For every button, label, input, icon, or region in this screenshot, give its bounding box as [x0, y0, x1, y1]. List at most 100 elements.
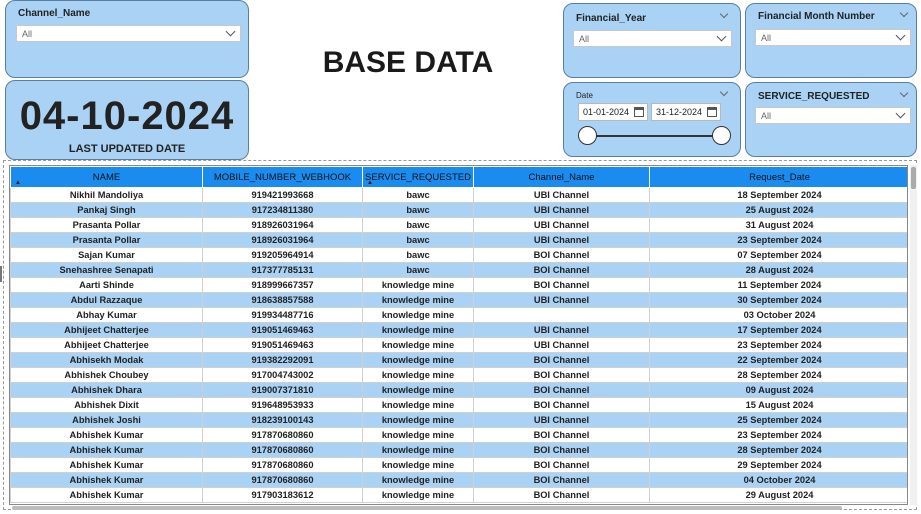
- table-cell: knowledge mine: [362, 337, 474, 353]
- table-cell: Sajan Kumar: [10, 247, 203, 263]
- column-header-service[interactable]: SERVICE_REQUESTED ▲: [362, 166, 474, 188]
- table-cell: 918239100143: [202, 412, 363, 428]
- table-cell: BOI Channel: [473, 487, 650, 503]
- financial-month-dropdown[interactable]: All: [755, 29, 911, 46]
- table-cell: 919051469463: [202, 322, 363, 338]
- vertical-scrollbar[interactable]: [910, 165, 917, 505]
- table-cell: Abhishek Choubey: [10, 367, 203, 383]
- service-requested-title: SERVICE_REQUESTED: [758, 91, 870, 102]
- table-row[interactable]: Abhishek Dhara 919007371810 knowledge mine…: [10, 382, 907, 398]
- start-date-input[interactable]: 01-01-2024: [578, 103, 648, 121]
- table-row[interactable]: Abhishek Kumar 917870680860 knowledge mine…: [10, 442, 907, 458]
- chevron-down-icon[interactable]: [719, 9, 729, 19]
- table-row[interactable]: Abhishek Kumar 917870680860 knowledge mine…: [10, 457, 907, 473]
- column-header-name[interactable]: NAME ▲: [10, 166, 203, 188]
- service-requested-dropdown[interactable]: All: [755, 107, 911, 124]
- table-cell: 917870680860: [202, 442, 363, 458]
- table-row[interactable]: Abhishek Dixit 919648953933 knowledge mine…: [10, 397, 907, 413]
- table-row[interactable]: Nikhil Mandoliya 919421993668 bawc UBI Chan…: [10, 187, 907, 203]
- table-row[interactable]: Abhishek Choubey 917004743002 knowledge mi…: [10, 367, 907, 383]
- table-row[interactable]: Abdul Razzaque 918638857588 knowledge mine…: [10, 292, 907, 308]
- table-row[interactable]: Sajan Kumar 919205964914 bawc BOI Channel 07…: [10, 247, 907, 263]
- table-cell: 30 September 2024: [649, 292, 907, 308]
- end-date-input[interactable]: 31-12-2024: [651, 103, 721, 121]
- column-header-mobile[interactable]: MOBILE_NUMBER_WEBHOOK: [202, 166, 363, 188]
- table-cell: knowledge mine: [362, 352, 474, 368]
- table-cell: 23 September 2024: [649, 232, 907, 248]
- chevron-down-icon: [895, 30, 906, 41]
- last-updated-card: 04-10-2024 LAST UPDATED DATE: [5, 80, 249, 160]
- table-row[interactable]: Abhijeet Chatterjee 919051469463 knowledge…: [10, 322, 907, 338]
- table-cell: knowledge mine: [362, 487, 474, 503]
- table-cell: Aarti Shinde: [10, 277, 203, 293]
- chevron-down-icon[interactable]: [899, 8, 909, 18]
- table-cell: Abhishek Kumar: [10, 487, 203, 503]
- table-cell: BOI Channel: [473, 277, 650, 293]
- table-row[interactable]: Abhay Kumar 919934487716 knowledge mine 03 …: [10, 307, 907, 323]
- table-cell: 25 August 2024: [649, 202, 907, 218]
- table-cell: BOI Channel: [473, 247, 650, 263]
- table-row[interactable]: Prasanta Pollar 918926031964 bawc UBI Chann…: [10, 232, 907, 248]
- chevron-down-icon: [716, 31, 727, 42]
- chevron-down-icon[interactable]: [719, 87, 729, 97]
- date-range-track: [585, 135, 722, 137]
- table-cell: Pankaj Singh: [10, 202, 203, 218]
- table-cell: UBI Channel: [473, 292, 650, 308]
- scrollbar-thumb[interactable]: [911, 167, 916, 189]
- resize-handle[interactable]: [0, 266, 2, 282]
- table-row[interactable]: Pankaj Singh 917234811380 bawc UBI Channel 2…: [10, 202, 907, 218]
- column-header-channel[interactable]: Channel_Name: [473, 166, 650, 188]
- table-cell: [473, 307, 650, 323]
- table-cell: Abhijeet Chatterjee: [10, 337, 203, 353]
- table-cell: Abhishek Kumar: [10, 472, 203, 488]
- table-row[interactable]: Abhishek Joshi 918239100143 knowledge mine…: [10, 412, 907, 428]
- table-cell: knowledge mine: [362, 367, 474, 383]
- table-cell: knowledge mine: [362, 382, 474, 398]
- table-cell: BOI Channel: [473, 262, 650, 278]
- table-cell: 03 October 2024: [649, 307, 907, 323]
- base-data-table: NAME ▲ MOBILE_NUMBER_WEBHOOK SERVICE_REQU…: [9, 165, 908, 505]
- column-header-request-date[interactable]: Request_Date: [649, 166, 907, 188]
- calendar-icon[interactable]: [707, 107, 717, 117]
- financial-month-slicer: Financial Month Number All: [745, 3, 917, 78]
- channel-dropdown[interactable]: All: [16, 25, 241, 42]
- table-cell: 917870680860: [202, 472, 363, 488]
- table-cell: 919205964914: [202, 247, 363, 263]
- date-range-start-handle[interactable]: [578, 126, 597, 145]
- table-cell: 919934487716: [202, 307, 363, 323]
- financial-year-dropdown[interactable]: All: [573, 30, 732, 47]
- table-cell: 28 August 2024: [649, 262, 907, 278]
- table-cell: 917377785131: [202, 262, 363, 278]
- table-cell: Prasanta Pollar: [10, 232, 203, 248]
- table-row[interactable]: Prasanta Pollar 918926031964 bawc UBI Chann…: [10, 217, 907, 233]
- date-range-end-handle[interactable]: [712, 126, 731, 145]
- table-row[interactable]: Abhishek Kumar 917870680860 knowledge mine…: [10, 427, 907, 443]
- table-cell: BOI Channel: [473, 442, 650, 458]
- financial-year-title: Financial_Year: [576, 13, 647, 24]
- table-row[interactable]: Abhishek Kumar 917870680860 knowledge mine…: [10, 472, 907, 488]
- table-cell: knowledge mine: [362, 442, 474, 458]
- table-cell: knowledge mine: [362, 397, 474, 413]
- table-cell: Abhishek Dixit: [10, 397, 203, 413]
- chevron-down-icon[interactable]: [899, 88, 909, 98]
- table-cell: knowledge mine: [362, 457, 474, 473]
- table-row[interactable]: Snehashree Senapati 917377785131 bawc BOI C…: [10, 262, 907, 278]
- table-row[interactable]: Aarti Shinde 918999667357 knowledge mine BO…: [10, 277, 907, 293]
- table-cell: bawc: [362, 217, 474, 233]
- table-cell: 23 September 2024: [649, 427, 907, 443]
- table-cell: knowledge mine: [362, 277, 474, 293]
- service-requested-slicer: SERVICE_REQUESTED All: [745, 82, 917, 157]
- table-cell: Abhishek Joshi: [10, 412, 203, 428]
- date-slicer-title: Date: [576, 91, 593, 100]
- table-cell: 919421993668: [202, 187, 363, 203]
- table-cell: UBI Channel: [473, 322, 650, 338]
- table-cell: 23 September 2024: [649, 337, 907, 353]
- table-row[interactable]: Abhijeet Chatterjee 919051469463 knowledge…: [10, 337, 907, 353]
- table-row[interactable]: Abhishek Kumar 917903183612 knowledge mine…: [10, 487, 907, 503]
- service-requested-value: All: [761, 111, 772, 121]
- table-row[interactable]: Abhisekh Modak 919382292091 knowledge mine…: [10, 352, 907, 368]
- calendar-icon[interactable]: [634, 107, 644, 117]
- table-cell: 11 September 2024: [649, 277, 907, 293]
- horizontal-scrollbar[interactable]: [12, 506, 842, 510]
- table-cell: UBI Channel: [473, 202, 650, 218]
